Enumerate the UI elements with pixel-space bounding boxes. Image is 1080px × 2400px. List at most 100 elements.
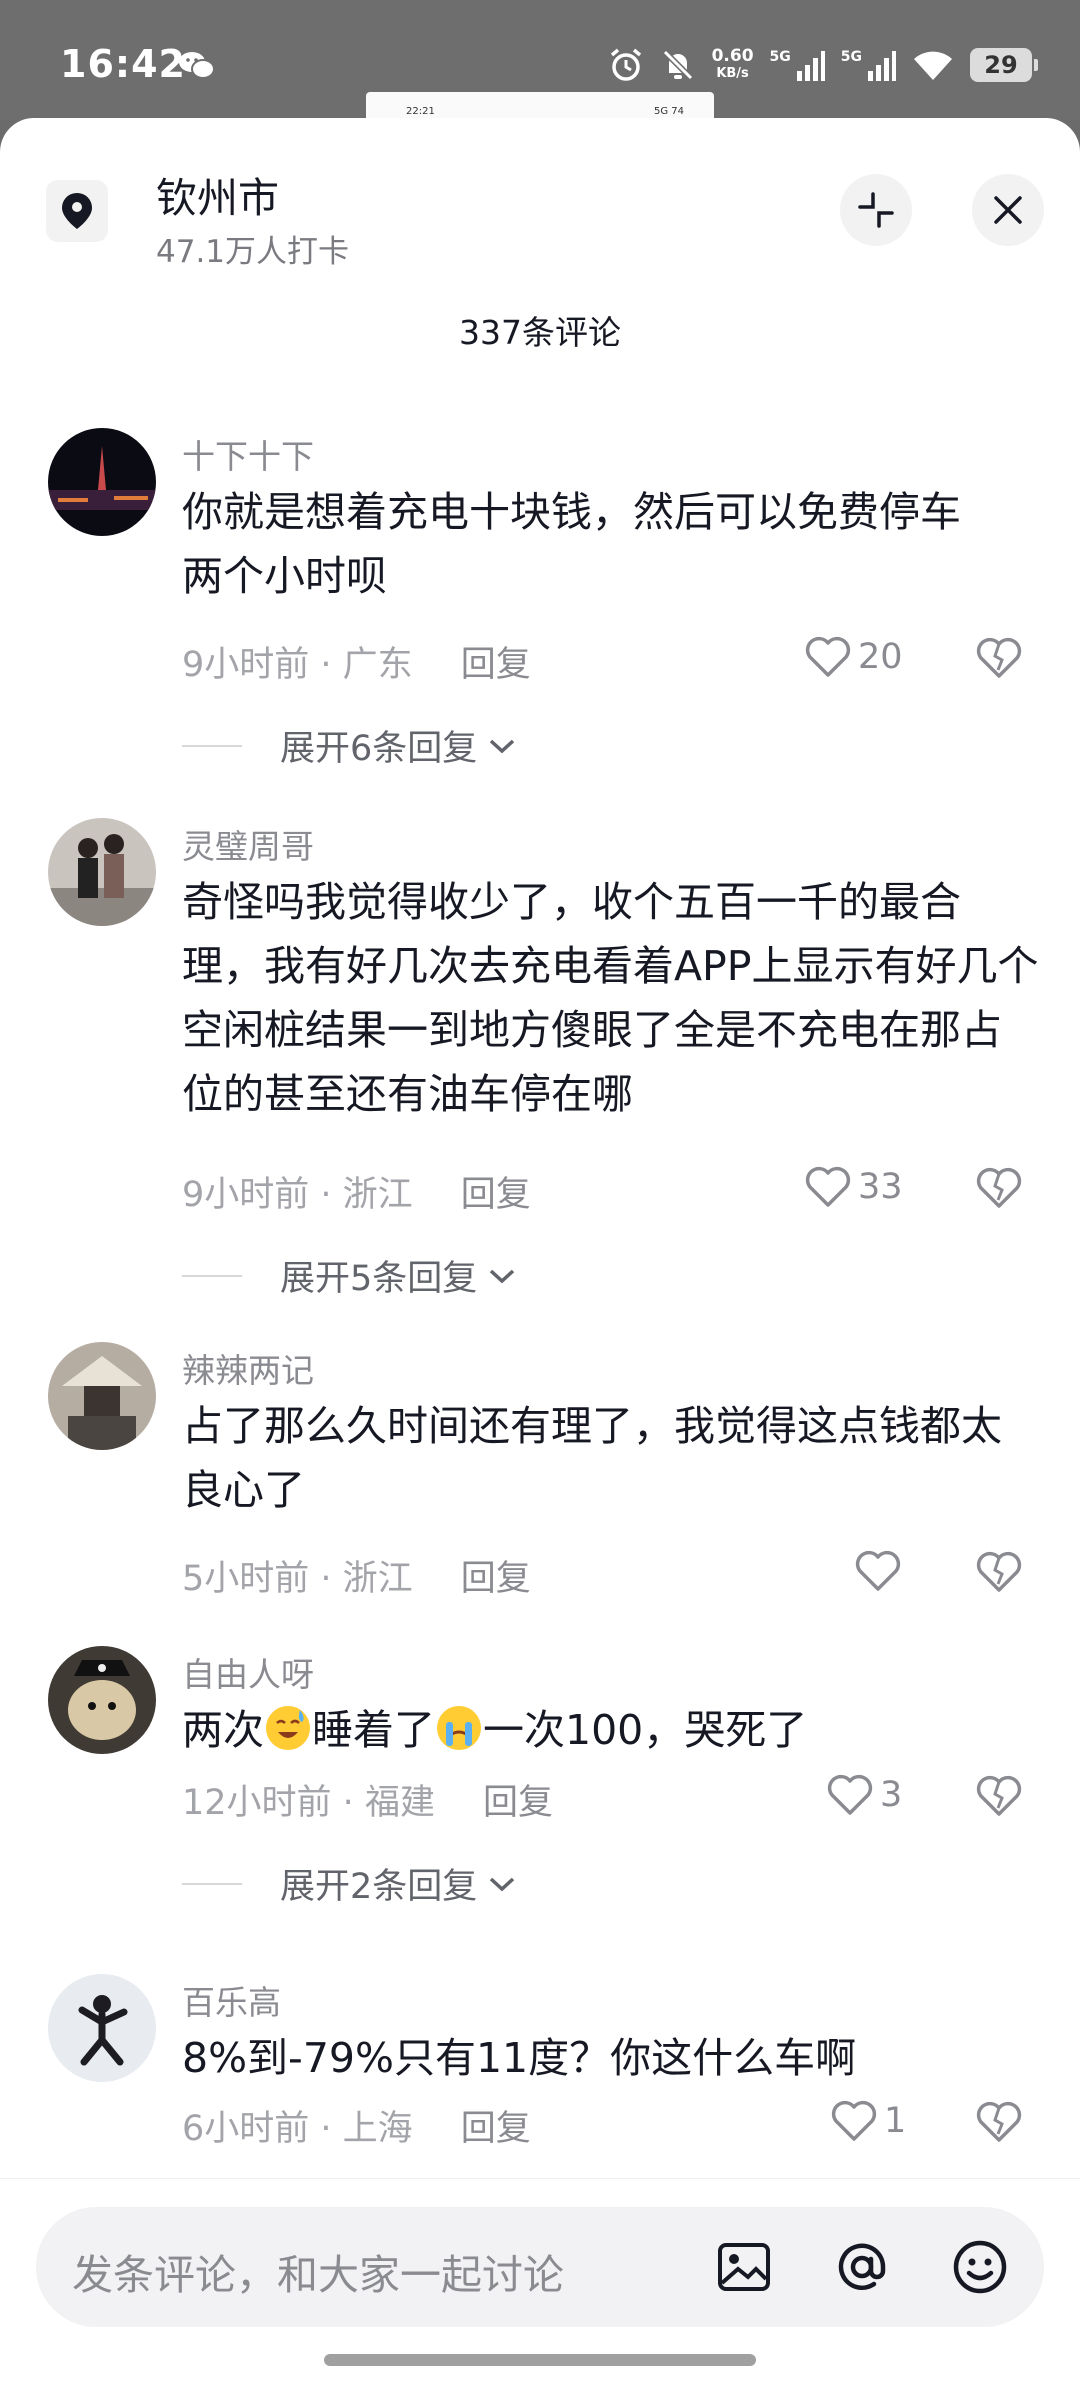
comment-text: 8%到-79%只有11度？你这什么车啊 [182,2034,857,2082]
meta-separator: · [309,2109,343,2149]
comment-meta: 12小时前 · 福建 回复 [182,1774,553,1825]
crying-emoji [437,1706,481,1750]
divider-line [182,1274,242,1277]
like-button[interactable]: 20 [804,632,903,682]
emoji-icon[interactable] [950,2237,1010,2297]
reply-button[interactable]: 回复 [461,645,531,685]
close-icon [994,196,1022,224]
like-button[interactable]: 1 [830,2096,906,2146]
net-speed: 0.60 KB/s [712,47,754,83]
comment-meta: 6小时前 · 上海 回复 [182,2100,531,2151]
home-indicator[interactable] [324,2354,756,2366]
status-time: 16:42 [60,42,186,86]
like-count: 3 [880,1775,903,1815]
signal-icon [796,51,825,81]
expand-replies[interactable]: 展开5条回复 [182,1250,517,1301]
comment-text-part: 一次100，哭死了 [483,1706,808,1754]
location-title[interactable]: 钦州市 [156,164,279,224]
alarm-icon [610,48,641,81]
comment-text: 你就是想着充电十块钱，然后可以免费停车两个小时呗 [182,488,961,600]
avatar[interactable] [48,818,156,926]
net-speed-value: 0.60 [711,46,754,66]
comment-time: 5小时前 [182,1559,310,1599]
sweat-smile-emoji [266,1706,310,1750]
mention-at-icon[interactable] [832,2237,892,2297]
mute-bell-icon [662,49,693,81]
sig2-label: 5G [840,49,862,65]
chevron-down-icon [490,1269,515,1283]
signal-icon [868,51,896,81]
like-button[interactable]: 3 [826,1770,902,1820]
avatar[interactable] [48,1646,156,1754]
heart-icon [805,636,851,677]
battery-indicator: 29 [970,48,1038,82]
status-icons: 0.60 KB/s 5G 5G 29 [608,42,1038,88]
collapse-icon [858,192,894,228]
expand-replies-label: 展开6条回复 [280,729,478,769]
meta-separator: · [309,1175,343,1215]
comment-input-placeholder: 发条评论，和大家一起讨论 [72,2251,564,2299]
comment-region: 广东 [342,645,413,685]
comment-item: 灵璧周哥 奇怪吗我觉得收少了，收个五百一千的最合理，我有好几次去充电看着APP上… [0,818,1080,1318]
dislike-broken-heart-icon[interactable] [974,1162,1024,1212]
mini-icons: 5G 74 [653,106,684,117]
comment-input[interactable]: 发条评论，和大家一起讨论 [36,2207,1044,2327]
comment-input-bar: 发条评论，和大家一起讨论 [0,2178,1080,2400]
like-button[interactable]: 33 [804,1162,903,1212]
comment-sheet: 钦州市 47.1万人打卡 337条评论 十下十下 你就是想着充电十块钱，然后可以… [0,118,1080,2400]
reply-button[interactable]: 回复 [461,1559,531,1599]
comment-item: 辣辣两记 占了那么久时间还有理了，我觉得这点钱都太良心了 5小时前 · 浙江 回复 [0,1342,1080,1622]
dislike-broken-heart-icon[interactable] [974,1546,1024,1596]
comment-item: 自由人呀 两次 睡着了 一次100，哭死了 12小时前 · 福建 回复 3 展开2条回… [0,1646,1080,1986]
comment-username[interactable]: 自由人呀 [182,1648,314,1696]
avatar[interactable] [48,428,156,536]
dislike-broken-heart-icon[interactable] [974,2096,1024,2146]
reply-button[interactable]: 回复 [461,1175,531,1215]
heart-icon [831,2100,877,2141]
comment-text: 奇怪吗我觉得收少了，收个五百一千的最合理，我有好几次去充电看着APP上显示有好几… [182,878,1039,1118]
expand-replies[interactable]: 展开2条回复 [182,1858,517,1909]
location-badge[interactable] [46,180,108,242]
close-button[interactable] [972,174,1044,246]
comment-username[interactable]: 百乐高 [182,1976,281,2024]
comment-username[interactable]: 十下十下 [182,430,314,478]
avatar[interactable] [48,1974,156,2082]
comment-region: 上海 [342,2109,413,2149]
sig1-label: 5G [769,49,791,65]
comment-time: 9小时前 [182,645,310,685]
reply-button[interactable]: 回复 [461,2109,531,2149]
divider-line [182,1882,242,1885]
checkin-count: 47.1万人打卡 [156,234,350,270]
comment-time: 12小时前 [182,1783,332,1823]
comment-region: 浙江 [342,1175,413,1215]
like-count: 33 [858,1167,903,1207]
comment-text-part: 睡着了 [312,1706,435,1754]
like-button[interactable] [854,1546,908,1596]
chevron-down-icon [490,1877,515,1891]
wechat-icon [179,52,215,79]
comment-meta: 9小时前 · 广东 回复 [182,636,531,687]
comment-region: 福建 [364,1783,435,1823]
comment-text: 两次 睡着了 一次100，哭死了 [182,1698,1002,1762]
comment-username[interactable]: 灵璧周哥 [182,820,314,868]
expand-replies[interactable]: 展开6条回复 [182,720,517,771]
reply-button[interactable]: 回复 [483,1783,553,1823]
dislike-broken-heart-icon[interactable] [974,1770,1024,1820]
like-count: 20 [858,637,903,677]
image-icon[interactable] [714,2237,774,2297]
heart-icon [805,1166,851,1207]
comment-item: 十下十下 你就是想着充电十块钱，然后可以免费停车两个小时呗 9小时前 · 广东 回… [0,428,1080,868]
avatar[interactable] [48,1342,156,1450]
comment-time: 9小时前 [182,1175,310,1215]
collapse-button[interactable] [840,174,912,246]
expand-replies-label: 展开2条回复 [280,1867,478,1907]
comment-item: 百乐高 8%到-79%只有11度？你这什么车啊 6小时前 · 上海 回复 1 [0,1974,1080,2174]
like-count: 1 [884,2101,907,2141]
wifi-icon [914,51,952,80]
dislike-broken-heart-icon[interactable] [974,632,1024,682]
location-pin-icon [62,193,92,229]
comment-username[interactable]: 辣辣两记 [182,1344,314,1392]
comment-meta: 5小时前 · 浙江 回复 [182,1550,531,1601]
heart-icon [855,1550,901,1591]
net-speed-unit: KB/s [716,66,749,81]
